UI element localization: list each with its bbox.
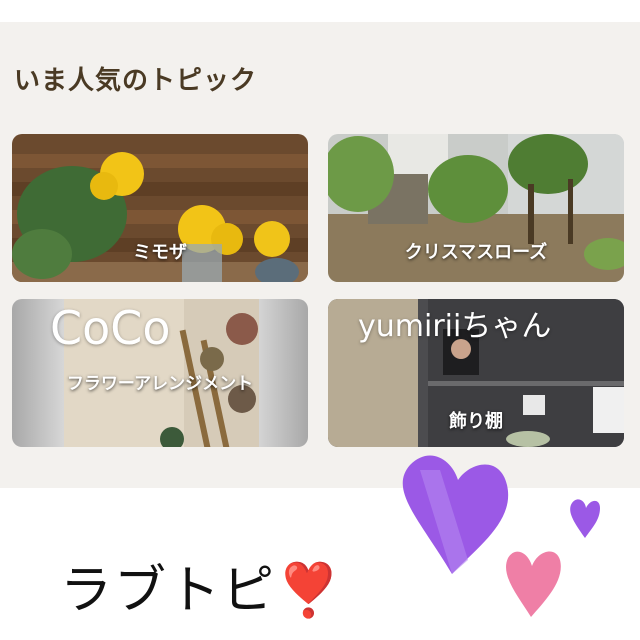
pink-heart-icon	[506, 551, 561, 617]
topic-card-display-shelf[interactable]: yumiriiちゃん 飾り棚	[328, 299, 624, 447]
card-label: クリスマスローズ	[404, 242, 548, 263]
user-overlay-text: CoCo	[50, 301, 171, 355]
card-label: 飾り棚	[449, 411, 503, 432]
section-title: いま人気のトピック	[14, 66, 258, 96]
topic-card-mimosa[interactable]: ミモザ	[12, 134, 308, 282]
topic-card-flower-arrangement[interactable]: CoCo フラワーアレンジメント	[12, 299, 308, 447]
purple-heart-small-icon	[570, 499, 600, 538]
card-label: ミモザ	[133, 242, 187, 263]
love-topic-caption: ラブトピ❣️	[60, 561, 343, 621]
topic-card-christmas-rose[interactable]: クリスマスローズ	[328, 134, 624, 282]
card-label: フラワーアレンジメント	[66, 374, 254, 394]
user-overlay-text: yumiriiちゃん	[358, 309, 552, 344]
